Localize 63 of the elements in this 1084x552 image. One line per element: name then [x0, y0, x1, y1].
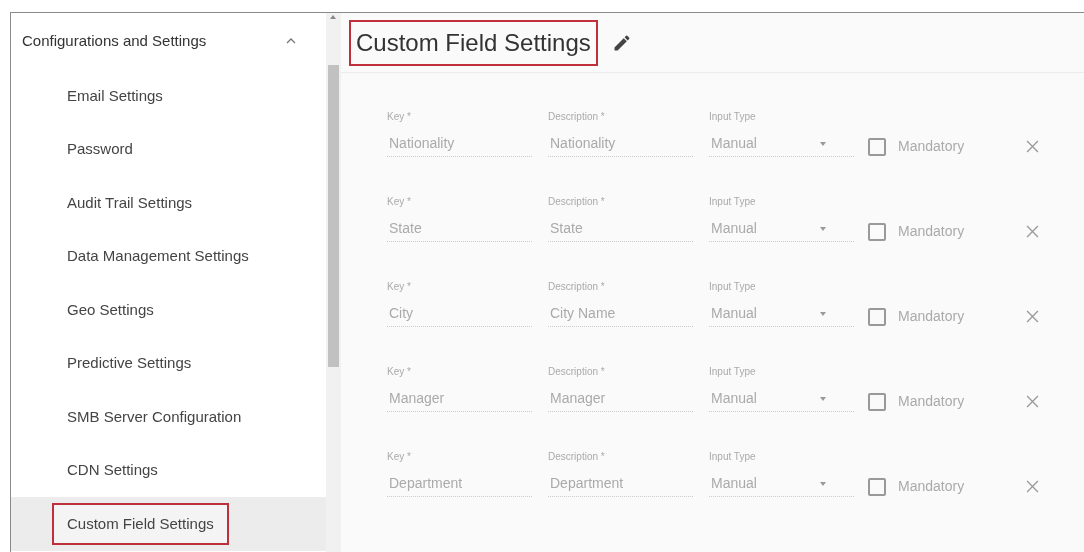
checkbox-label: Mandatory: [898, 477, 965, 496]
close-icon[interactable]: [1026, 310, 1040, 323]
close-icon[interactable]: [1026, 480, 1040, 493]
chevron-up-icon[interactable]: [286, 38, 296, 44]
field-label: Input Type: [709, 281, 757, 293]
field-label: Description *: [548, 366, 606, 378]
field-label: Description *: [548, 111, 606, 123]
input-type-dropdown[interactable]: Manual: [709, 131, 854, 157]
dropdown-arrow-icon: [820, 396, 826, 401]
field-label: Key *: [387, 366, 412, 378]
checkbox-label: Mandatory: [898, 137, 965, 156]
checkbox[interactable]: [868, 392, 886, 411]
checkbox-label: Mandatory: [898, 392, 965, 411]
sidebar-item[interactable]: Password: [52, 128, 148, 171]
input-type-dropdown[interactable]: Manual: [709, 471, 854, 497]
field-label: Input Type: [709, 111, 757, 123]
sidebar-item[interactable]: Predictive Settings: [52, 342, 207, 385]
input-type-dropdown[interactable]: Manual: [709, 386, 854, 412]
field-label: Input Type: [709, 451, 757, 463]
page-title: Custom Field Settings: [349, 19, 598, 66]
checkbox-label: Mandatory: [898, 222, 965, 241]
section-header[interactable]: Configurations and Settings: [22, 29, 207, 53]
field-label: Description *: [548, 196, 606, 208]
sidebar-item[interactable]: Audit Trail Settings: [52, 181, 208, 224]
field-label: Key *: [387, 196, 412, 208]
sidebar-item[interactable]: Email Settings: [52, 74, 178, 117]
description-field[interactable]: City Name: [548, 301, 693, 327]
checkbox[interactable]: [868, 222, 886, 241]
key-field[interactable]: Manager: [387, 386, 532, 412]
dropdown-arrow-icon: [820, 141, 826, 146]
close-icon[interactable]: [1026, 395, 1040, 408]
description-field[interactable]: Department: [548, 471, 693, 497]
description-field[interactable]: Manager: [548, 386, 693, 412]
field-label: Key *: [387, 111, 412, 123]
field-label: Input Type: [709, 366, 757, 378]
checkbox[interactable]: [868, 137, 886, 156]
key-field[interactable]: City: [387, 301, 532, 327]
field-label: Description *: [548, 451, 606, 463]
checkbox[interactable]: [868, 477, 886, 496]
sidebar-item[interactable]: SMB Server Configuration: [52, 395, 257, 438]
sidebar-item[interactable]: Geo Settings: [52, 288, 169, 331]
description-field[interactable]: State: [548, 216, 693, 242]
field-label: Key *: [387, 451, 412, 463]
dropdown-arrow-icon: [820, 226, 826, 231]
field-label: Key *: [387, 281, 412, 293]
sidebar-item[interactable]: Custom Field Settings: [52, 502, 229, 545]
key-field[interactable]: Department: [387, 471, 532, 497]
scrollbar[interactable]: [326, 13, 341, 552]
field-label: Input Type: [709, 196, 757, 208]
dropdown-arrow-icon: [820, 481, 826, 486]
checkbox[interactable]: [868, 307, 886, 326]
field-label: Description *: [548, 281, 606, 293]
sidebar-item[interactable]: CDN Settings: [52, 449, 173, 492]
input-type-dropdown[interactable]: Manual: [709, 301, 854, 327]
close-icon[interactable]: [1026, 225, 1040, 238]
checkbox-label: Mandatory: [898, 307, 965, 326]
description-field[interactable]: Nationality: [548, 131, 693, 157]
dropdown-arrow-icon: [820, 311, 826, 316]
key-field[interactable]: Nationality: [387, 131, 532, 157]
close-icon[interactable]: [1026, 140, 1040, 153]
input-type-dropdown[interactable]: Manual: [709, 216, 854, 242]
key-field[interactable]: State: [387, 216, 532, 242]
sidebar-item[interactable]: Data Management Settings: [52, 235, 264, 278]
